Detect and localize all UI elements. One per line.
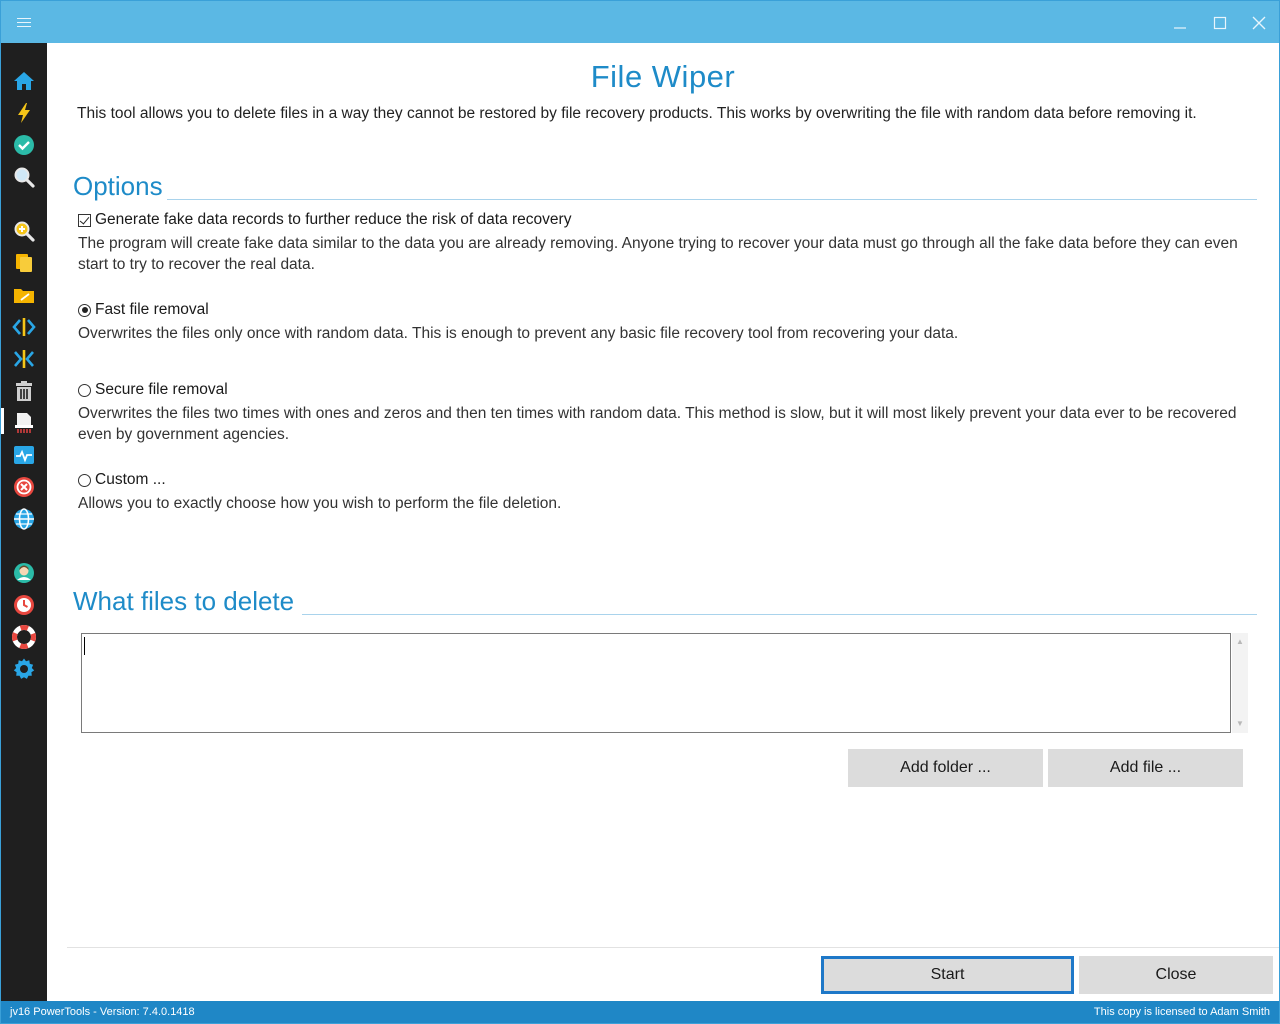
close-window-button[interactable] xyxy=(1241,7,1277,39)
add-folder-button[interactable]: Add folder ... xyxy=(848,749,1043,787)
custom-removal-label: Custom ... xyxy=(95,471,166,488)
fast-removal-description: Overwrites the files only once with rand… xyxy=(78,325,959,342)
hamburger-menu-icon[interactable] xyxy=(13,13,37,33)
clock-icon[interactable] xyxy=(12,593,36,617)
close-icon xyxy=(1252,16,1266,30)
split-icon[interactable] xyxy=(12,315,36,339)
lightning-icon[interactable] xyxy=(12,101,36,125)
radio-unselected-icon xyxy=(78,473,91,487)
home-icon[interactable] xyxy=(12,69,36,93)
fake-data-description: The program will create fake data simila… xyxy=(78,235,1238,273)
minimize-icon xyxy=(1174,27,1186,29)
sidebar xyxy=(1,43,47,1001)
user-icon[interactable] xyxy=(12,561,36,585)
folder-icon[interactable] xyxy=(12,283,36,307)
files-list-input[interactable] xyxy=(81,633,1231,733)
trash-icon[interactable] xyxy=(12,379,36,403)
files-divider xyxy=(302,614,1257,615)
file-shredder-icon[interactable] xyxy=(12,411,36,435)
scroll-down-icon[interactable]: ▼ xyxy=(1236,719,1244,728)
secure-removal-label: Secure file removal xyxy=(95,381,228,398)
start-button[interactable]: Start xyxy=(821,956,1074,994)
globe-icon[interactable] xyxy=(12,507,36,531)
radio-selected-icon xyxy=(78,303,91,317)
custom-removal-description: Allows you to exactly choose how you wis… xyxy=(78,495,562,512)
intro-text: This tool allows you to delete files in … xyxy=(77,105,1197,122)
title-bar xyxy=(1,1,1279,43)
zoom-in-icon[interactable] xyxy=(12,219,36,243)
minimize-button[interactable] xyxy=(1162,7,1198,39)
checkmark-icon[interactable] xyxy=(12,133,36,157)
app-window: File Wiper This tool allows you to delet… xyxy=(0,0,1280,1024)
documents-icon[interactable] xyxy=(12,251,36,275)
version-text: jv16 PowerTools - Version: 7.4.0.1418 xyxy=(10,1006,195,1018)
settings-icon[interactable] xyxy=(12,657,36,681)
system-monitor-icon[interactable] xyxy=(12,443,36,467)
text-caret xyxy=(84,637,85,655)
fake-data-label: Generate fake data records to further re… xyxy=(95,211,572,228)
checkbox-checked-icon xyxy=(78,213,91,227)
lifebuoy-icon[interactable] xyxy=(12,625,36,649)
license-text: This copy is licensed to Adam Smith xyxy=(1093,1006,1270,1018)
custom-removal-radio[interactable]: Custom ... xyxy=(78,471,166,489)
files-scrollbar[interactable]: ▲ ▼ xyxy=(1232,633,1248,733)
active-nav-indicator xyxy=(1,408,4,434)
fake-data-checkbox[interactable]: Generate fake data records to further re… xyxy=(78,211,571,229)
merge-icon[interactable] xyxy=(12,347,36,371)
search-icon[interactable] xyxy=(12,165,36,189)
scroll-up-icon[interactable]: ▲ xyxy=(1236,637,1244,646)
maximize-icon xyxy=(1213,16,1227,30)
main-content: File Wiper This tool allows you to delet… xyxy=(47,43,1279,1001)
add-file-button[interactable]: Add file ... xyxy=(1048,749,1243,787)
footer-divider xyxy=(67,947,1279,948)
maximize-button[interactable] xyxy=(1202,7,1238,39)
secure-removal-description: Overwrites the files two times with ones… xyxy=(78,405,1237,443)
options-divider xyxy=(167,199,1257,200)
error-icon[interactable] xyxy=(12,475,36,499)
status-bar: jv16 PowerTools - Version: 7.4.0.1418 Th… xyxy=(1,1001,1279,1023)
page-title: File Wiper xyxy=(590,59,736,94)
secure-removal-radio[interactable]: Secure file removal xyxy=(78,381,228,399)
files-heading: What files to delete xyxy=(73,586,299,617)
fast-removal-label: Fast file removal xyxy=(95,301,209,318)
options-heading: Options xyxy=(73,171,167,202)
close-button[interactable]: Close xyxy=(1079,956,1273,994)
radio-unselected-icon xyxy=(78,383,91,397)
fast-removal-radio[interactable]: Fast file removal xyxy=(78,301,209,319)
